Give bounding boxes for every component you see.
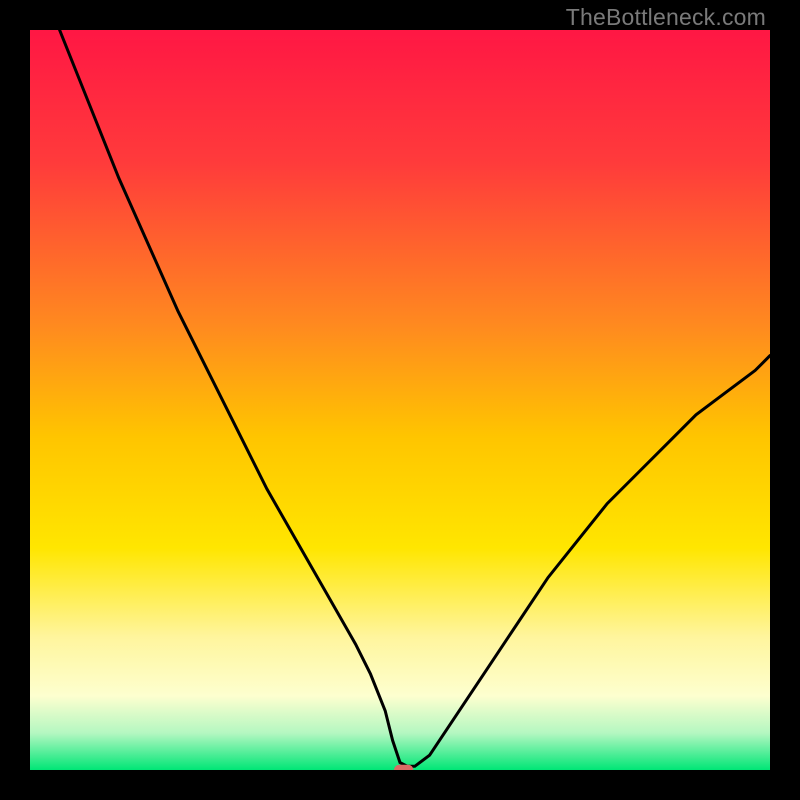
chart-frame xyxy=(30,30,770,770)
watermark-text: TheBottleneck.com xyxy=(566,4,766,31)
optimal-marker xyxy=(394,765,413,770)
gradient-background xyxy=(30,30,770,770)
bottleneck-chart xyxy=(30,30,770,770)
